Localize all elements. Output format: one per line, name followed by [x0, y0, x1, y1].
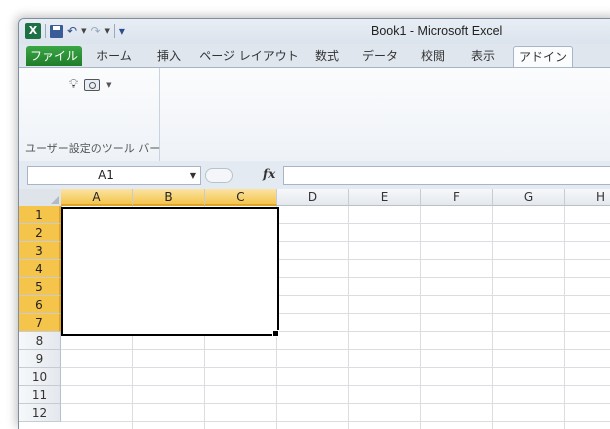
fill-handle[interactable]	[272, 330, 279, 337]
tab-view[interactable]: 表示	[463, 46, 503, 66]
undo-dropdown-icon[interactable]: ▼	[81, 27, 86, 35]
qat-separator	[45, 24, 46, 38]
excel-window: X ↶ ▼ ↷ ▼ ▾ Book1 - Microsoft Excel ファイル…	[18, 18, 610, 429]
camera-icon[interactable]	[84, 79, 101, 91]
quick-access-toolbar: X ↶ ▼ ↷ ▼ ▾	[25, 23, 125, 39]
lightbulb-icon[interactable]: 💡︎	[69, 78, 78, 92]
tab-insert[interactable]: 挿入	[149, 46, 189, 66]
select-all-corner[interactable]	[19, 189, 62, 207]
gridline	[61, 403, 610, 404]
row-header-8[interactable]: 8	[19, 332, 61, 350]
excel-icon[interactable]: X	[25, 23, 41, 39]
column-header-b[interactable]: B	[133, 189, 205, 206]
name-box-value: A1	[98, 168, 114, 182]
column-header-a[interactable]: A	[61, 189, 133, 206]
row-header-3[interactable]: 3	[19, 242, 61, 260]
column-header-c[interactable]: C	[205, 189, 277, 206]
row-header-12[interactable]: 12	[19, 404, 61, 422]
gridline	[61, 349, 610, 350]
column-header-d[interactable]: D	[277, 189, 349, 206]
ribbon-group-custom-toolbars: 💡︎ ▼ ユーザー設定のツール バー	[19, 68, 160, 161]
formula-input[interactable]	[283, 166, 610, 185]
column-header-e[interactable]: E	[349, 189, 421, 206]
column-header-h[interactable]: H	[565, 189, 610, 206]
tab-home[interactable]: ホーム	[89, 46, 139, 66]
gridline	[61, 367, 610, 368]
row-header-6[interactable]: 6	[19, 296, 61, 314]
column-header-f[interactable]: F	[421, 189, 493, 206]
ribbon-tab-bar: ファイル ホーム 挿入 ページ レイアウト 数式 データ 校閲 表示 アドイン	[19, 44, 610, 68]
row-header-2[interactable]: 2	[19, 224, 61, 242]
group-icons: 💡︎ ▼	[69, 78, 112, 92]
formula-bar: A1 ▼ fx	[19, 161, 610, 189]
gridline	[61, 385, 610, 386]
redo-icon[interactable]: ↷	[90, 24, 100, 38]
row-header-7[interactable]: 7	[19, 314, 61, 332]
tab-review[interactable]: 校閲	[413, 46, 453, 66]
gridline	[348, 206, 349, 429]
cell-selection-range[interactable]	[61, 207, 279, 336]
tab-data[interactable]: データ	[357, 46, 403, 66]
undo-icon[interactable]: ↶	[67, 24, 77, 38]
chevron-down-icon[interactable]: ▼	[190, 167, 196, 184]
ribbon-panel: 💡︎ ▼ ユーザー設定のツール バー	[19, 67, 610, 162]
tab-file[interactable]: ファイル	[26, 46, 82, 66]
gridline	[492, 206, 493, 429]
ribbon-group-label: ユーザー設定のツール バー	[25, 142, 161, 155]
row-header-4[interactable]: 4	[19, 260, 61, 278]
row-header-11[interactable]: 11	[19, 386, 61, 404]
redo-dropdown-icon[interactable]: ▼	[105, 27, 110, 35]
window-title: Book1 - Microsoft Excel	[371, 24, 503, 38]
gridline	[564, 206, 565, 429]
chevron-down-icon[interactable]: ▼	[106, 81, 111, 89]
row-header-1[interactable]: 1	[19, 206, 61, 224]
row-header-10[interactable]: 10	[19, 368, 61, 386]
title-bar: X ↶ ▼ ↷ ▼ ▾ Book1 - Microsoft Excel	[19, 19, 610, 44]
gridline	[61, 421, 610, 422]
save-icon[interactable]	[50, 24, 63, 38]
column-header-g[interactable]: G	[493, 189, 565, 206]
tab-formulas[interactable]: 数式	[307, 46, 347, 66]
qat-separator	[113, 24, 115, 38]
row-header-9[interactable]: 9	[19, 350, 61, 368]
formula-controls: fx	[205, 166, 283, 183]
tab-page-layout[interactable]: ページ レイアウト	[199, 46, 299, 66]
expand-oval-icon	[205, 168, 233, 183]
tab-add-ins[interactable]: アドイン	[513, 46, 573, 68]
customize-qat-icon[interactable]: ▾	[119, 24, 125, 38]
worksheet-grid[interactable]: A B C D E F G H 1 2 3 4 5 6 7 8 9 10 11 …	[19, 189, 610, 429]
name-box[interactable]: A1 ▼	[27, 166, 201, 185]
gridline	[420, 206, 421, 429]
insert-function-icon[interactable]: fx	[263, 166, 275, 183]
row-header-5[interactable]: 5	[19, 278, 61, 296]
